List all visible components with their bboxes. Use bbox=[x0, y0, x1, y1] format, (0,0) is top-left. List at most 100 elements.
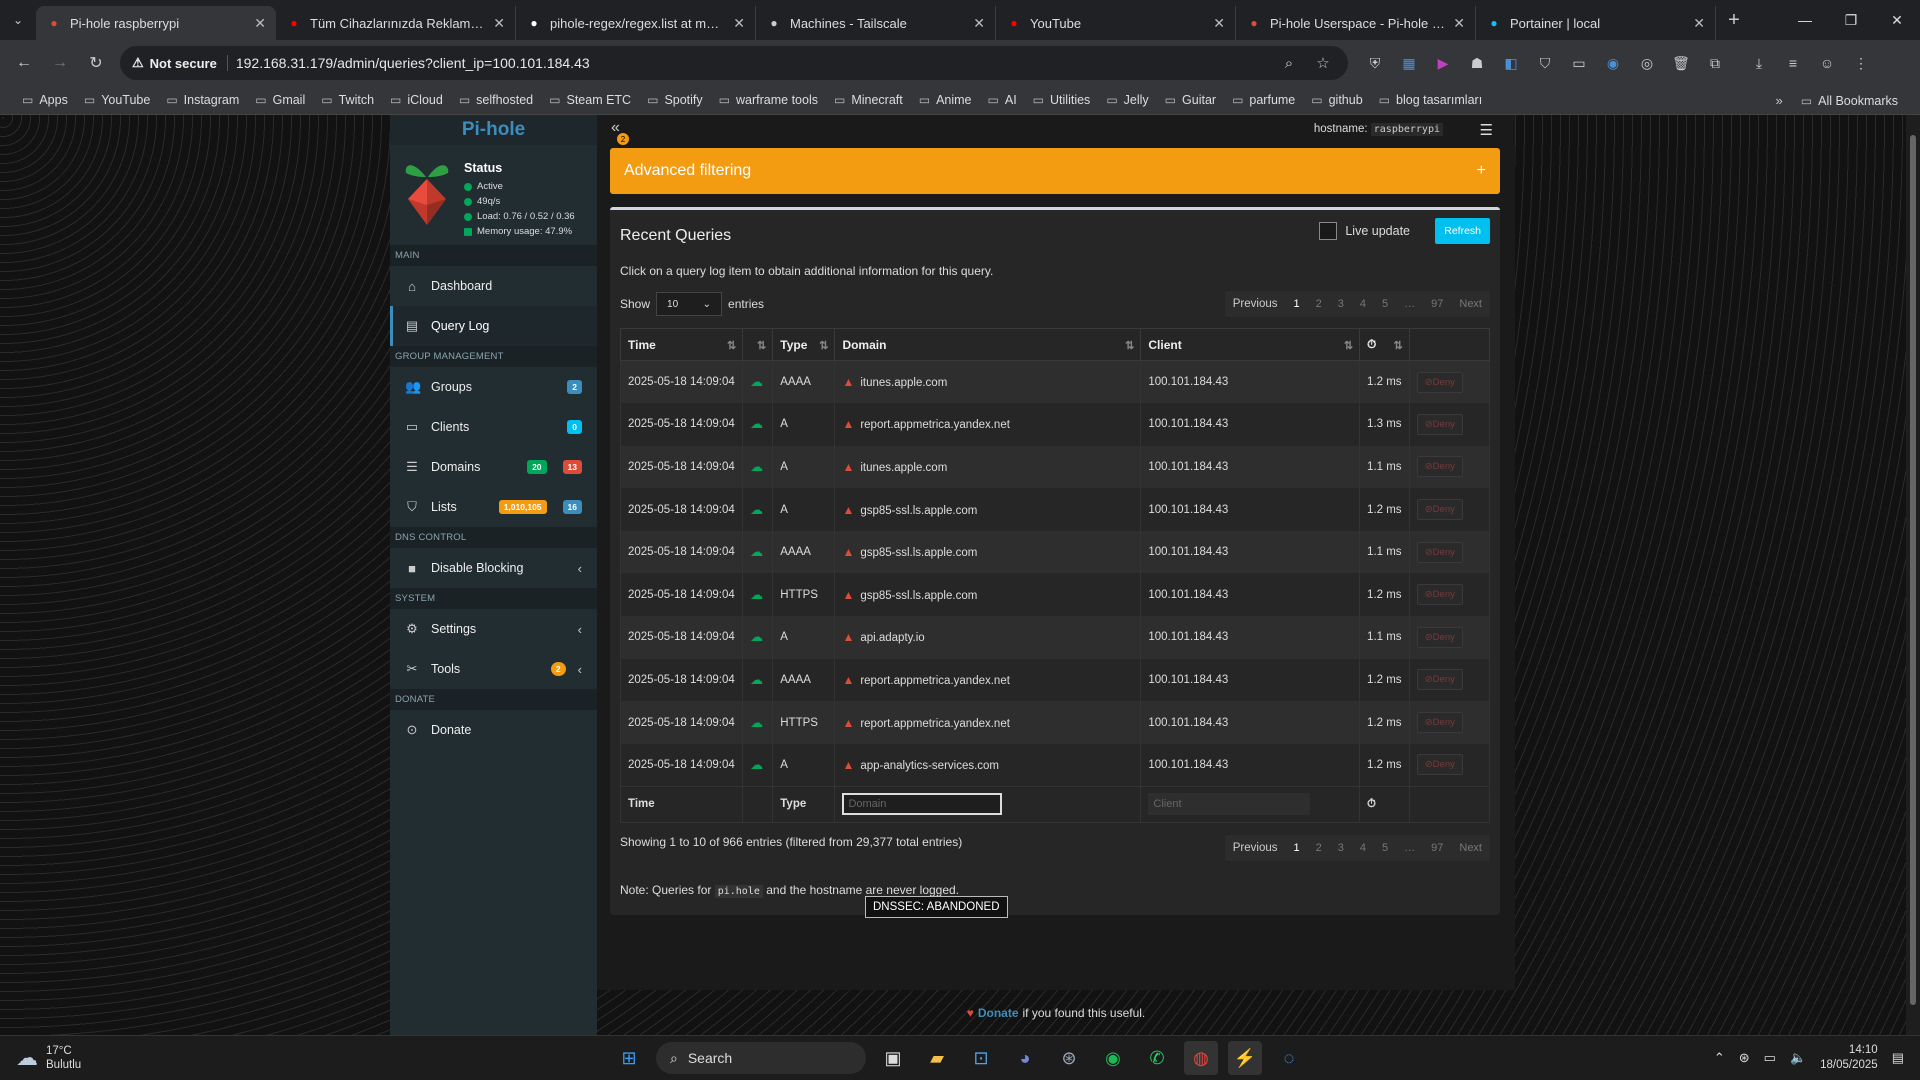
app-icon[interactable]: ⚡ bbox=[1228, 1041, 1262, 1075]
profile-avatar-icon[interactable]: ☺ bbox=[1812, 48, 1842, 78]
browser-tab[interactable]: ● Machines - Tailscale ✕ bbox=[756, 6, 996, 40]
browser-tab[interactable]: ● Tüm Cihazlarınızda Reklam ve T ✕ bbox=[276, 6, 516, 40]
dnssec-warning-icon[interactable]: ▲ bbox=[842, 758, 854, 772]
dnssec-warning-icon[interactable]: ▲ bbox=[842, 545, 854, 559]
window-extension-icon[interactable]: ▭ bbox=[1564, 48, 1594, 78]
weather-widget[interactable]: ☁ 17°C Bulutlu bbox=[16, 1044, 81, 1072]
col-client[interactable]: Client ⇅ bbox=[1140, 328, 1361, 361]
shield-extension-icon[interactable]: ⛨ bbox=[1360, 48, 1390, 78]
live-update-checkbox[interactable] bbox=[1319, 222, 1338, 240]
sidebar-toggle-button[interactable]: «2 bbox=[611, 119, 629, 145]
bookmark-item[interactable]: ▭ selfhosted bbox=[451, 88, 541, 112]
pagination-page[interactable]: 2 bbox=[1308, 835, 1330, 861]
pagination-page[interactable]: 4 bbox=[1352, 835, 1374, 861]
deny-button[interactable]: ⊘Deny bbox=[1416, 541, 1463, 563]
bookmark-item[interactable]: ▭ parfume bbox=[1224, 88, 1303, 112]
sidebar-item-settings[interactable]: ⚙ Settings ‹ bbox=[390, 609, 597, 649]
browser-tab[interactable]: ● Pi-hole Userspace - Pi-hole Co ✕ bbox=[1236, 6, 1476, 40]
refresh-button[interactable]: Refresh bbox=[1435, 218, 1490, 244]
whatsapp-icon[interactable]: ✆ bbox=[1140, 1041, 1174, 1075]
task-view-icon[interactable]: ▣ bbox=[876, 1041, 910, 1075]
volume-icon[interactable]: 🔈 bbox=[1790, 1050, 1806, 1066]
pagination-page[interactable]: 1 bbox=[1286, 835, 1308, 861]
chevron-up-icon[interactable]: ⌃ bbox=[1714, 1050, 1725, 1066]
bookmark-item[interactable]: ▭ Utilities bbox=[1025, 88, 1099, 112]
dnssec-warning-icon[interactable]: ▲ bbox=[842, 588, 854, 602]
more-bookmarks-icon[interactable]: » bbox=[1776, 93, 1783, 108]
page-scrollbar[interactable] bbox=[1906, 115, 1920, 1035]
client-filter-input[interactable]: Client bbox=[1148, 793, 1311, 816]
steam-icon[interactable]: ⊛ bbox=[1052, 1041, 1086, 1075]
table-row[interactable]: 2025-05-18 14:09:04 ☁ HTTPS ▲ gsp85-ssl.ls.a… bbox=[619, 573, 1491, 617]
deny-button[interactable]: ⊘Deny bbox=[1416, 456, 1463, 478]
pagination-next[interactable]: Next bbox=[1451, 291, 1490, 317]
network-icon[interactable]: ▭ bbox=[1764, 1050, 1776, 1066]
zoom-icon[interactable]: ⌕ bbox=[1276, 55, 1302, 72]
close-tab-icon[interactable]: ✕ bbox=[1453, 15, 1465, 32]
minimize-button[interactable]: — bbox=[1782, 0, 1828, 40]
grid-extension-icon[interactable]: ▦ bbox=[1394, 48, 1424, 78]
sidebar-item-clients[interactable]: ▭ Clients 0 bbox=[390, 407, 597, 447]
live-update-toggle[interactable]: Live update bbox=[1319, 222, 1410, 240]
spotify-icon[interactable]: ◉ bbox=[1096, 1041, 1130, 1075]
sidebar-item-lists[interactable]: ⛉ Lists 1,010,105 16 bbox=[390, 487, 597, 527]
pagination-previous[interactable]: Previous bbox=[1225, 291, 1286, 317]
deny-button[interactable]: ⊘Deny bbox=[1416, 754, 1463, 776]
sidebar-item-disable-blocking[interactable]: ■ Disable Blocking ‹ bbox=[390, 548, 597, 588]
table-row[interactable]: 2025-05-18 14:09:04 ☁ A ▲ api.adapty.io 100.1… bbox=[619, 616, 1491, 659]
sidebar-item-domains[interactable]: ☰ Domains 20 13 bbox=[390, 447, 597, 487]
back-button[interactable]: ← bbox=[8, 47, 40, 79]
dnssec-warning-icon[interactable]: ▲ bbox=[842, 630, 854, 644]
col-domain[interactable]: Domain ⇅ bbox=[834, 328, 1142, 361]
pagination-previous[interactable]: Previous bbox=[1225, 835, 1286, 861]
bookmark-item[interactable]: ▭ Guitar bbox=[1157, 88, 1224, 112]
play-extension-icon[interactable]: ▶ bbox=[1428, 48, 1458, 78]
dnssec-warning-icon[interactable]: ▲ bbox=[842, 673, 854, 687]
discord-icon[interactable]: ◕ bbox=[1008, 1041, 1042, 1075]
bookmark-item[interactable]: ▭ Steam ETC bbox=[541, 88, 639, 112]
trash-extension-icon[interactable]: 🗑 bbox=[1666, 48, 1696, 78]
bookmark-item[interactable]: ▭ Gmail bbox=[247, 88, 313, 112]
puzzle-extension-icon[interactable]: ⧉ bbox=[1700, 48, 1730, 78]
close-tab-icon[interactable]: ✕ bbox=[493, 15, 505, 32]
sidebar-item-query-log[interactable]: ▤ Query Log bbox=[390, 306, 597, 346]
browser-tab[interactable]: ● Pi-hole raspberrypi ✕ bbox=[36, 6, 276, 40]
hamburger-menu-icon[interactable]: ☰ bbox=[1480, 121, 1493, 139]
dnssec-warning-icon[interactable]: ▲ bbox=[842, 417, 854, 431]
bookmark-item[interactable]: ▭ Anime bbox=[911, 88, 980, 112]
url-text[interactable]: 192.168.31.179/admin/queries?client_ip=1… bbox=[236, 55, 1268, 71]
deny-button[interactable]: ⊘Deny bbox=[1416, 499, 1463, 521]
sidebar-item-tools[interactable]: ✂ Tools 2 ‹ bbox=[390, 649, 597, 689]
table-row[interactable]: 2025-05-18 14:09:04 ☁ HTTPS ▲ report.appmetr… bbox=[619, 701, 1491, 744]
table-row[interactable]: 2025-05-18 14:09:04 ☁ A ▲ gsp85-ssl.ls.apple… bbox=[619, 488, 1491, 531]
bookmark-item[interactable]: ▭ Twitch bbox=[313, 88, 382, 112]
pagination-page[interactable]: 5 bbox=[1374, 835, 1396, 861]
file-explorer-icon[interactable]: ▰ bbox=[920, 1041, 954, 1075]
col-time[interactable]: Time ⇅ bbox=[619, 328, 744, 361]
pagination-page[interactable]: 3 bbox=[1330, 835, 1352, 861]
deny-button[interactable]: ⊘Deny bbox=[1416, 371, 1463, 393]
deny-button[interactable]: ⊘Deny bbox=[1416, 669, 1463, 691]
deny-button[interactable]: ⊘Deny bbox=[1416, 584, 1463, 606]
steam-tray-icon[interactable]: ⊛ bbox=[1739, 1050, 1750, 1066]
browser-tab[interactable]: ● Portainer | local ✕ bbox=[1476, 6, 1716, 40]
col-status[interactable]: ⇅ bbox=[742, 328, 774, 361]
sidebar-item-dashboard[interactable]: ⌂ Dashboard bbox=[390, 266, 597, 306]
close-tab-icon[interactable]: ✕ bbox=[1693, 15, 1705, 32]
vpn-extension-icon[interactable]: ⛉ bbox=[1530, 48, 1560, 78]
pagination-page[interactable]: 97 bbox=[1423, 291, 1451, 317]
forward-button[interactable]: → bbox=[44, 47, 76, 79]
restore-button[interactable]: ❐ bbox=[1828, 0, 1874, 40]
notification-icon[interactable]: ▤ bbox=[1892, 1050, 1904, 1066]
browser-tab[interactable]: ● YouTube ✕ bbox=[996, 6, 1236, 40]
windows-start-icon[interactable]: ⊞ bbox=[612, 1041, 646, 1075]
bookmark-item[interactable]: ▭ AI bbox=[980, 88, 1025, 112]
dnssec-warning-icon[interactable]: ▲ bbox=[842, 503, 854, 517]
deny-button[interactable]: ⊘Deny bbox=[1416, 413, 1463, 435]
close-tab-icon[interactable]: ✕ bbox=[254, 15, 266, 32]
page-size-select[interactable]: 10 ⌄ bbox=[656, 292, 723, 316]
pagination-page[interactable]: 97 bbox=[1423, 835, 1451, 861]
bookmark-item[interactable]: ▭ Apps bbox=[14, 88, 76, 112]
vpn-app-icon[interactable]: ◌ bbox=[1272, 1041, 1306, 1075]
bookmark-item[interactable]: ▭ YouTube bbox=[76, 88, 158, 112]
